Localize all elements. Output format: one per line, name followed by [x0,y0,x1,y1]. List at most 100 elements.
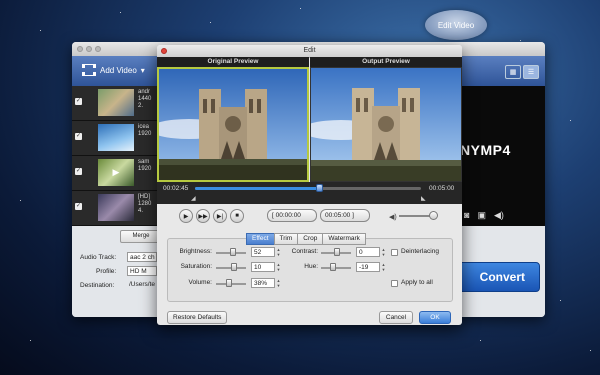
item-checkbox[interactable]: ✓ [75,203,82,210]
trim-start-marker[interactable]: ◢ [191,195,196,202]
cancel-button[interactable]: Cancel [379,311,413,324]
brightness-label: Brightness: [179,248,212,255]
volume-icon: ◀) [389,214,397,221]
volume-effect-slider-handle[interactable] [226,279,232,287]
brightness-slider-handle[interactable] [230,248,236,256]
video-thumbnail [98,124,134,151]
grid-icon: ▦ [509,69,517,76]
saturation-label: Saturation: [180,263,212,270]
brightness-field[interactable]: 52 [251,247,275,257]
total-time: 00:05:00 [429,185,455,192]
apply-to-all-checkbox[interactable] [391,280,398,287]
hue-stepper[interactable]: ▲ ▼ [381,262,386,272]
zoom-window-button[interactable] [95,46,101,52]
tab-effect[interactable]: Effect [246,233,275,245]
add-video-label: Add Video [100,65,137,75]
contrast-slider-handle[interactable] [334,248,340,256]
end-time-field[interactable]: 00:05:00 ] [320,209,370,222]
file-name: [HD] [138,194,150,200]
convert-button[interactable]: Convert [454,262,540,292]
item-checkbox[interactable]: ✓ [75,98,82,105]
edit-tabs: Effect Trim Crop Watermark [246,233,366,245]
contrast-stepper[interactable]: ▲ ▼ [381,247,386,257]
file-resolution: 1280 [138,201,152,207]
callout-label: Edit Video [437,20,475,30]
contrast-label: Contrast: [291,248,318,255]
file-resolution: 1920 [138,166,152,172]
volume-stepper[interactable]: ▲ ▼ [276,278,281,288]
hue-slider-handle[interactable] [330,263,336,271]
deinterlacing-label: Deinterlacing [401,248,439,255]
hue-slider[interactable] [321,267,351,269]
destination-path[interactable]: /Users/te [127,280,157,290]
play-icon[interactable]: ▶ [113,167,120,178]
restore-defaults-button[interactable]: Restore Defaults [167,311,228,324]
seek-track[interactable] [195,187,421,190]
play-icon: ▶ [183,213,189,220]
tab-trim[interactable]: Trim [273,233,299,245]
file-info: [HD] 1280 4. [138,194,151,215]
tab-watermark[interactable]: Watermark [322,233,366,245]
list-view-button[interactable]: ☰ [523,65,539,79]
playback-controls: ▶ ▶▶ ▶| ■ [ 00:00:00 00:05:00 ] ◀) [157,204,462,228]
list-icon: ☰ [527,69,535,76]
tab-crop[interactable]: Crop [297,233,324,245]
effect-panel: Brightness: 52 ▲ ▼ Saturation: 10 ▲ ▼ Volu… [167,238,453,302]
grid-view-button[interactable]: ▦ [505,65,521,79]
volume-icon[interactable]: ◀) [494,210,504,221]
destination-label: Destination: [80,282,115,289]
fast-forward-icon: ▶▶ [198,213,208,220]
start-time-field[interactable]: [ 00:00:00 [267,209,317,222]
view-toggle: ▦ ☰ [505,65,539,79]
fast-forward-button[interactable]: ▶▶ [196,209,210,223]
file-info: icea 1920 [138,124,151,138]
camera-icon[interactable]: ◙ [464,210,469,221]
ok-button[interactable]: OK [419,311,451,324]
profile-select[interactable]: HD M [127,266,157,276]
play-button[interactable]: ▶ [179,209,193,223]
cathedral-image [157,69,307,180]
trim-end-marker[interactable]: ◣ [421,195,426,202]
timeline-bar: 00:02:45 00:05:00 ◢ ◣ [157,182,462,204]
hue-field[interactable]: -19 [356,262,380,272]
start-time-value: 00:00:00 [275,212,301,219]
output-preview-header: Output Preview [310,57,462,67]
contrast-field[interactable]: 0 [356,247,380,257]
video-thumbnail [98,89,134,116]
list-item[interactable]: ✓ icea 1920 [72,121,158,156]
file-name: sam [138,159,150,165]
list-item[interactable]: ✓ andr 1440 2. [72,86,158,121]
saturation-field[interactable]: 10 [251,262,275,272]
edit-video-callout: Edit Video [425,10,487,40]
close-window-button[interactable] [77,46,83,52]
file-name: andr [138,89,151,95]
list-item[interactable]: ✓ [HD] 1280 4. [72,191,158,226]
video-thumbnail [98,194,134,221]
item-checkbox[interactable]: ✓ [75,168,82,175]
item-checkbox[interactable]: ✓ [75,133,82,140]
folder-icon[interactable]: ▣ [477,210,486,221]
audio-track-select[interactable]: aac 2 ch [127,252,157,262]
audio-track-label: Audio Track: [80,254,117,261]
file-name: icea [138,124,150,130]
list-item[interactable]: ✓ ▶ sam 1920 [72,156,158,191]
deinterlacing-checkbox[interactable] [391,249,398,256]
stop-button[interactable]: ■ [230,209,244,223]
next-frame-icon: ▶| [216,213,224,220]
saturation-slider-handle[interactable] [231,263,237,271]
file-detail: 2. [138,103,144,109]
merge-button[interactable]: Merge [120,230,162,243]
volume-slider-handle[interactable] [429,211,438,220]
seek-handle[interactable] [316,184,324,192]
add-video-button[interactable]: Add Video ▾ [82,64,145,76]
minimize-window-button[interactable] [86,46,92,52]
file-resolution: 1440 [138,96,152,102]
hue-label: Hue: [304,263,318,270]
chevron-down-icon[interactable]: ▾ [141,66,145,75]
edit-dialog: Edit Original Preview Output Preview 00:… [157,45,462,325]
file-list: ✓ andr 1440 2. ✓ icea 1920 ✓ ▶ sam 1920 … [72,86,158,226]
file-detail: 4. [138,208,144,214]
main-playback-controls: ◙ ▣ ◀) [464,210,504,221]
next-frame-button[interactable]: ▶| [213,209,227,223]
volume-field[interactable]: 38% [251,278,275,288]
